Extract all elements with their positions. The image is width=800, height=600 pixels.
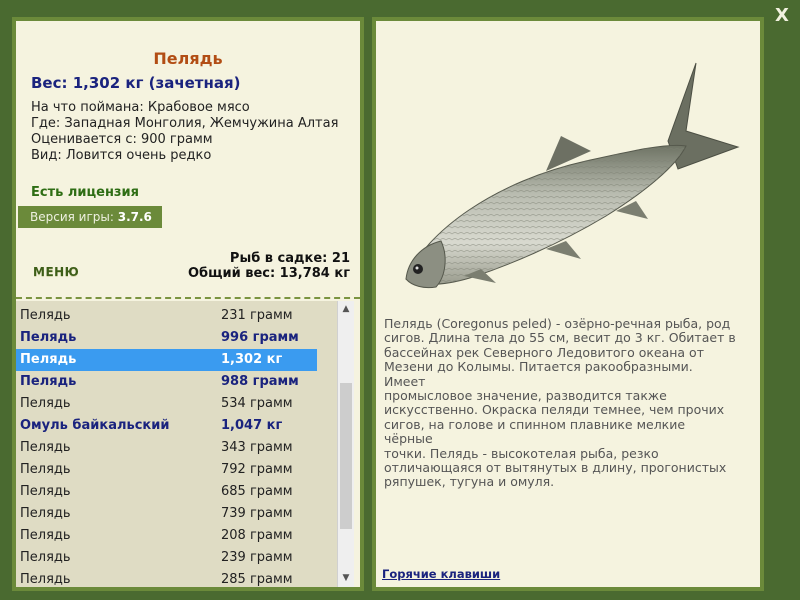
table-row[interactable]: Пелядь 343 грамм [16,437,317,459]
table-row[interactable]: Пелядь 792 грамм [16,459,317,481]
table-row[interactable]: Пелядь 231 грамм [16,305,317,327]
description-line: искусственно. Окраска пеляди темнее, чем… [384,402,725,418]
location-info: Где: Западная Монголия, Жемчужина Алтая [31,116,339,131]
rarity-info: Вид: Ловится очень редко [31,148,212,163]
game-version-bar: Версия игры: 3.7.6 [18,206,162,228]
scroll-down-icon[interactable]: ▼ [338,570,354,587]
catch-fish-name: Пелядь [20,330,77,345]
catch-fish-weight: 739 грамм [221,506,293,521]
catch-fish-name: Пелядь [20,462,71,477]
description-line: ряпушек, тугуна и омуля. [384,474,555,490]
catch-fish-name: Пелядь [20,572,71,587]
catch-fish-weight: 208 грамм [221,528,293,543]
catch-fish-name: Пелядь [20,374,77,389]
valued-from-info: Оценивается с: 900 грамм [31,132,213,147]
catch-fish-weight: 685 грамм [221,484,293,499]
catch-fish-weight: 534 грамм [221,396,293,411]
catch-fish-name: Пелядь [20,550,71,565]
catch-fish-weight: 792 грамм [221,462,293,477]
fish-details-panel: Пелядь (Coregonus peled) - озёрно-речная… [372,17,764,591]
fish-in-net-count: Рыб в садке: 21 [229,251,350,266]
scroll-up-icon[interactable]: ▲ [338,301,354,318]
catch-fish-weight: 231 грамм [221,308,293,323]
catch-fish-name: Пелядь [20,440,71,455]
catch-fish-weight: 996 грамм [221,330,299,345]
description-line: Пелядь (Coregonus peled) - озёрно-речная… [384,316,731,331]
menu-button[interactable]: МЕНЮ [33,265,79,279]
catch-fish-name: Пелядь [20,352,77,367]
table-row[interactable]: Пелядь 285 грамм [16,569,317,587]
description-line: сигов, на голове и спинном плавнике мелк… [384,416,686,447]
table-row[interactable]: Пелядь 988 грамм [16,371,317,393]
description-line: отличающаяся от вытянутых в длину, прого… [384,460,727,476]
description-line: Мезени до Колымы. Питается ракообразными… [384,359,693,389]
fish-description: Пелядь (Coregonus peled) - озёрно-речная… [384,316,736,490]
description-line: точки. Пелядь - высокотелая рыба, резко [384,445,659,461]
catch-fish-weight: 239 грамм [221,550,293,565]
catch-fish-name: Пелядь [20,308,71,323]
table-row[interactable]: Пелядь 208 грамм [16,525,317,547]
fish-info-panel: Пелядь Вес: 1,302 кг (зачетная) На что п… [12,17,364,591]
catch-list-scrollbar[interactable]: ▲ ▼ [337,301,354,587]
hotkeys-link[interactable]: Горячие клавиши [382,567,500,581]
catch-fish-name: Омуль байкальский [20,418,170,433]
description-line: сигов. Длина тела до 55 см, весит до 3 к… [384,330,736,346]
version-label: Версия игры: [30,210,114,224]
catch-fish-weight: 1,047 кг [221,418,283,433]
license-status: Есть лицензия [31,185,139,200]
table-row[interactable]: Пелядь 534 грамм [16,393,317,415]
catch-fish-name: Пелядь [20,396,71,411]
table-row[interactable]: Пелядь 239 грамм [16,547,317,569]
bait-info: На что поймана: Крабовое мясо [31,100,250,115]
catch-fish-weight: 285 грамм [221,572,293,587]
close-icon[interactable]: X [772,6,792,26]
table-row[interactable]: Пелядь 685 грамм [16,481,317,503]
table-row[interactable]: Пелядь 739 грамм [16,503,317,525]
version-value: 3.7.6 [117,210,152,224]
divider [16,297,360,299]
catch-fish-name: Пелядь [20,484,71,499]
catch-fish-name: Пелядь [20,506,71,521]
table-row[interactable]: Омуль байкальский 1,047 кг [16,415,317,437]
table-row[interactable]: Пелядь 1,302 кг [16,349,317,371]
fish-illustration [405,62,740,289]
fish-name-title: Пелядь [153,49,223,68]
catch-fish-weight: 343 грамм [221,440,293,455]
table-row[interactable]: Пелядь 996 грамм [16,327,317,349]
catch-fish-weight: 988 грамм [221,374,299,389]
fish-weight: Вес: 1,302 кг (зачетная) [31,74,241,92]
total-weight: Общий вес: 13,784 кг [187,266,350,281]
catch-list[interactable]: Пелядь 231 грамм Пелядь 996 грамм Пелядь 1,30… [16,301,337,587]
description-line: промысловое значение, разводится также [384,388,667,404]
description-line: бассейнах рек Северного Ледовитого океан… [384,344,704,360]
catch-fish-name: Пелядь [20,528,71,543]
scrollbar-thumb[interactable] [340,383,352,529]
catch-fish-weight: 1,302 кг [221,352,283,367]
